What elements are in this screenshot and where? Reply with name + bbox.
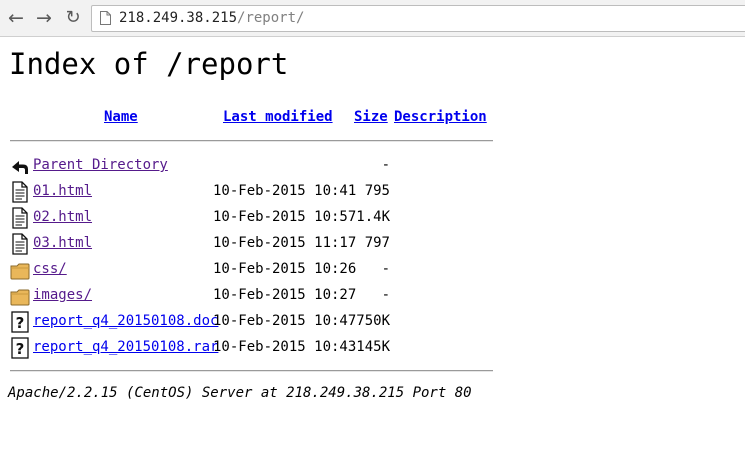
file-link[interactable]: report_q4_20150108.rar — [33, 339, 218, 355]
text-file-icon — [12, 181, 28, 203]
list-item: 03.html 10-Feb-2015 11:17 797 — [8, 232, 508, 256]
file-size: 797 — [364, 235, 390, 251]
file-link[interactable]: 03.html — [33, 235, 92, 251]
sort-by-description-link[interactable]: Description — [394, 109, 487, 125]
url-host: 218.249.38.215 — [119, 10, 238, 26]
file-size: - — [381, 261, 390, 277]
list-item: images/ 10-Feb-2015 10:27 - — [8, 284, 508, 308]
file-size: 750K — [356, 313, 390, 329]
sort-by-size-link[interactable]: Size — [354, 109, 388, 125]
list-item: ? report_q4_20150108.rar 10-Feb-2015 10:… — [8, 336, 508, 360]
reload-icon[interactable]: ↻ — [62, 7, 84, 29]
file-link[interactable]: 01.html — [33, 183, 92, 199]
url-path: /report/ — [237, 10, 305, 26]
page-icon — [100, 11, 111, 25]
list-item: 02.html 10-Feb-2015 10:57 1.4K — [8, 206, 508, 230]
folder-icon — [10, 263, 30, 280]
last-modified: 10-Feb-2015 10:26 — [213, 261, 357, 277]
text-file-icon — [12, 233, 28, 255]
svg-text:?: ? — [16, 314, 25, 332]
file-size: 145K — [356, 339, 390, 355]
header-divider — [10, 140, 493, 142]
file-size: - — [381, 157, 390, 173]
list-item: css/ 10-Feb-2015 10:26 - — [8, 258, 508, 282]
file-link[interactable]: 02.html — [33, 209, 92, 225]
server-signature: Apache/2.2.15 (CentOS) Server at 218.249… — [8, 385, 472, 401]
last-modified: 10-Feb-2015 10:57 — [213, 209, 357, 225]
last-modified: 10-Feb-2015 10:27 — [213, 287, 357, 303]
list-item: 01.html 10-Feb-2015 10:41 795 — [8, 180, 508, 204]
last-modified: 10-Feb-2015 10:47 — [213, 313, 357, 329]
unknown-file-icon: ? — [11, 311, 29, 333]
folder-icon — [10, 289, 30, 306]
back-arrow-icon[interactable]: ← — [5, 7, 27, 29]
address-bar[interactable]: 218.249.38.215/report/ — [91, 5, 745, 32]
sort-by-last-modified-link[interactable]: Last modified — [223, 109, 333, 125]
file-size: 795 — [364, 183, 390, 199]
last-modified: 10-Feb-2015 10:41 — [213, 183, 357, 199]
unknown-file-icon: ? — [11, 337, 29, 359]
svg-text:?: ? — [16, 340, 25, 358]
page-title: Index of /report — [9, 47, 289, 81]
sort-by-name-link[interactable]: Name — [104, 109, 138, 125]
list-item: ? report_q4_20150108.doc 10-Feb-2015 10:… — [8, 310, 508, 334]
file-link[interactable]: report_q4_20150108.doc — [33, 313, 218, 329]
file-size: 1.4K — [356, 209, 390, 225]
forward-arrow-icon[interactable]: → — [33, 7, 55, 29]
url-text: 218.249.38.215/report/ — [119, 10, 304, 26]
last-modified: 10-Feb-2015 10:43 — [213, 339, 357, 355]
footer-divider — [10, 370, 493, 372]
browser-toolbar: ← → ↻ 218.249.38.215/report/ — [0, 0, 745, 37]
list-item: Parent Directory - — [8, 154, 508, 178]
back-arrow-icon — [12, 161, 28, 174]
file-link[interactable]: Parent Directory — [33, 157, 168, 173]
file-link[interactable]: css/ — [33, 261, 67, 277]
file-link[interactable]: images/ — [33, 287, 92, 303]
file-size: - — [381, 287, 390, 303]
text-file-icon — [12, 207, 28, 229]
last-modified: 10-Feb-2015 11:17 — [213, 235, 357, 251]
